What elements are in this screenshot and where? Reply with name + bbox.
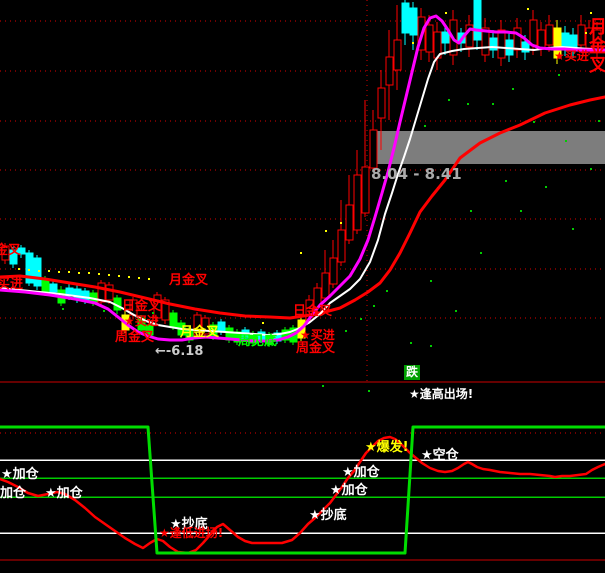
candle — [370, 130, 377, 168]
yellow-dot — [78, 272, 80, 274]
candle — [426, 25, 433, 52]
candle — [354, 175, 361, 230]
green-dot — [360, 318, 362, 320]
yellow-dot — [108, 274, 110, 276]
candle — [578, 25, 585, 45]
ma-line-slow-red — [0, 97, 605, 318]
candle — [530, 20, 537, 45]
yellow-dot — [138, 277, 140, 279]
candle — [514, 28, 521, 50]
green-dot — [558, 74, 560, 76]
candle — [538, 30, 545, 48]
candle — [322, 273, 329, 298]
yellow-dot — [340, 222, 342, 224]
green-dot — [152, 312, 154, 314]
yellow-dot — [18, 268, 20, 270]
green-dot — [322, 385, 324, 387]
green-dot — [512, 88, 514, 90]
candle — [410, 8, 417, 35]
candle — [338, 230, 345, 262]
yellow-dot — [48, 270, 50, 272]
green-dot — [345, 330, 347, 332]
candle — [562, 33, 569, 48]
green-dot — [410, 342, 412, 344]
candle — [346, 205, 353, 240]
yellow-dot — [445, 12, 447, 14]
price-range-band — [370, 131, 605, 164]
ma-line-fast-magenta — [0, 16, 605, 341]
candle — [498, 30, 505, 58]
price-chart-canvas[interactable] — [0, 0, 605, 573]
yellow-dot — [585, 32, 587, 34]
yellow-dot — [527, 8, 529, 10]
candle — [218, 322, 225, 332]
candle — [42, 280, 49, 292]
candle — [194, 315, 201, 335]
green-dot — [386, 290, 388, 292]
yellow-dot — [300, 252, 302, 254]
candle — [474, 0, 481, 40]
green-dot — [424, 125, 426, 127]
yellow-dot — [590, 12, 592, 14]
candle — [402, 3, 409, 33]
candle — [386, 57, 393, 85]
green-dot — [448, 99, 450, 101]
green-dot — [545, 186, 547, 188]
candle — [2, 246, 9, 260]
green-dot — [565, 140, 567, 142]
green-dot — [520, 210, 522, 212]
green-dot — [467, 103, 469, 105]
green-dot — [62, 308, 64, 310]
yellow-dot — [128, 276, 130, 278]
yellow-dot — [58, 271, 60, 273]
green-dot — [590, 168, 592, 170]
candle — [170, 313, 177, 327]
green-dot — [430, 345, 432, 347]
candle — [106, 285, 113, 300]
candle — [146, 325, 153, 335]
stock-chart-window: 金叉买进月金叉日金叉★买进周金叉月金叉周见底日金叉★买进周金叉←-6.188.0… — [0, 0, 605, 573]
ma-line-mid-white — [0, 47, 605, 335]
candle — [330, 258, 337, 284]
green-dot — [430, 280, 432, 282]
yellow-dot — [88, 272, 90, 274]
candle — [10, 250, 17, 264]
candle — [394, 40, 401, 70]
indicator-green-step-line — [0, 427, 605, 553]
green-dot — [470, 210, 472, 212]
green-dot — [455, 310, 457, 312]
green-dot — [505, 180, 507, 182]
candle — [442, 32, 449, 43]
green-dot — [533, 121, 535, 123]
candle — [546, 25, 553, 45]
candle — [18, 248, 25, 254]
yellow-dot — [148, 278, 150, 280]
green-dot — [103, 310, 105, 312]
candle — [594, 30, 601, 50]
yellow-dot — [412, 42, 414, 44]
green-dot — [368, 390, 370, 392]
yellow-dot — [98, 273, 100, 275]
candle — [50, 284, 57, 292]
green-dot — [480, 252, 482, 254]
yellow-dot — [262, 322, 264, 324]
green-dot — [373, 305, 375, 307]
green-dot — [598, 120, 600, 122]
yellow-dot — [68, 271, 70, 273]
green-dot — [572, 228, 574, 230]
candle — [258, 332, 265, 340]
yellow-dot — [38, 270, 40, 272]
candle — [378, 88, 385, 118]
green-dot — [492, 103, 494, 105]
candle — [154, 295, 161, 318]
yellow-dot — [118, 275, 120, 277]
yellow-dot — [325, 230, 327, 232]
candle — [586, 28, 593, 48]
indicator-red-line — [0, 437, 605, 553]
signal-bar-candle — [554, 28, 561, 58]
candle — [362, 167, 369, 213]
yellow-dot — [28, 269, 30, 271]
